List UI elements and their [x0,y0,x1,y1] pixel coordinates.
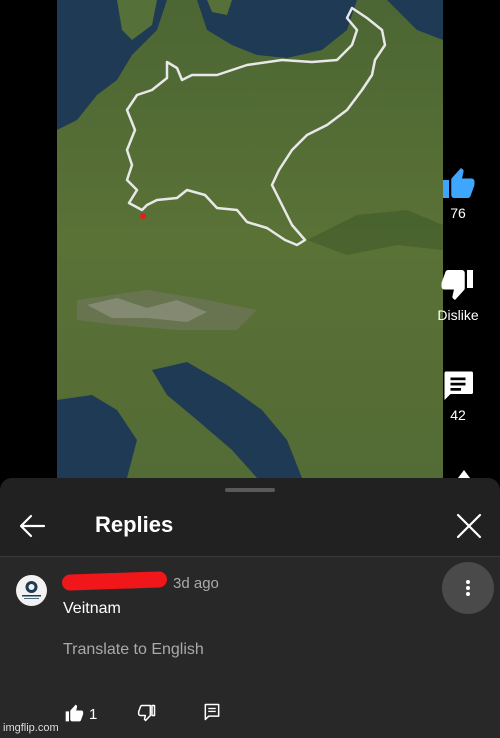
more-vert-icon [466,580,470,584]
map-image [57,0,443,478]
close-button[interactable] [452,510,486,542]
more-options-button[interactable] [442,562,494,614]
avatar[interactable] [16,575,47,606]
reply-icon [204,703,220,721]
arrow-left-icon [19,514,46,538]
thumbs-down-icon [137,704,156,722]
replies-panel: Replies 3d ago Veitnam Translate to Engl… [0,478,500,738]
comment-icon [444,371,473,400]
share-icon [458,470,470,478]
redacted-username [61,571,168,591]
comment-reply-button[interactable] [202,702,222,727]
share-action[interactable] [430,468,486,478]
avatar-logo-icon [22,581,41,599]
like-action[interactable]: 76 [430,165,486,221]
dislike-action[interactable]: Dislike [430,267,486,323]
translate-link[interactable]: Translate to English [63,641,204,659]
panel-title: Replies [95,512,174,537]
comment-text: Veitnam [63,600,121,617]
like-count: 76 [450,205,466,221]
drag-handle[interactable] [225,488,275,492]
video-player[interactable]: 76 Dislike 42 [0,0,500,478]
thumbs-up-icon [65,704,84,722]
thumbs-down-icon [441,270,473,300]
comment-dislike-button[interactable] [137,703,157,728]
comment-item: 3d ago Veitnam Translate to English 1 [0,557,500,738]
back-button[interactable] [14,510,50,542]
comment-timestamp: 3d ago [173,575,219,592]
comment-like-count: 1 [89,706,98,723]
thumbs-up-icon [443,168,475,198]
watermark: imgflip.com [3,722,59,734]
comment-count: 42 [450,407,466,423]
replies-header: Replies [0,498,500,554]
comment-like-button[interactable] [64,703,84,728]
close-icon [456,513,482,539]
comments-action[interactable]: 42 [430,367,486,423]
dislike-label: Dislike [437,307,479,323]
